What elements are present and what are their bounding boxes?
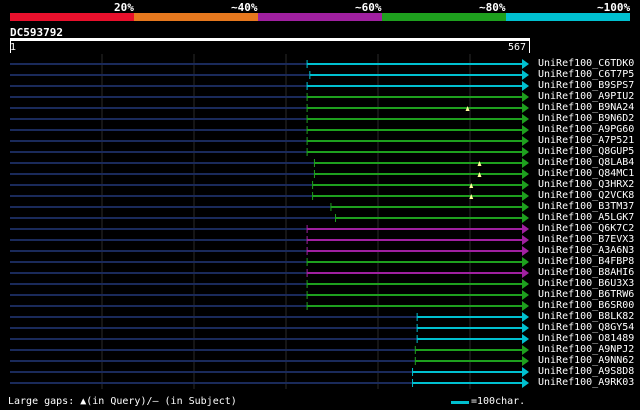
hit-label[interactable]: UniRef100_A5LGK7 [538,213,634,223]
hit-label[interactable]: UniRef100_A9PG60 [538,125,634,135]
hit-arrow-icon [522,202,529,212]
hit-arrow-icon [522,125,529,135]
hit-arrow-icon [522,312,529,322]
hit-label[interactable]: UniRef100_B6U3X3 [538,279,634,289]
hit-label[interactable]: UniRef100_C6TDK0 [538,59,634,69]
hit-arrow-icon [522,224,529,234]
hit-arrow-icon [522,92,529,102]
hit-label[interactable]: UniRef100_B9N6D2 [538,114,634,124]
hit-label[interactable]: UniRef100_Q8GY54 [538,323,634,333]
hit-label[interactable]: UniRef100_A9S8D8 [538,367,634,377]
hit-arrow-icon [522,367,529,377]
hit-arrow-icon [522,191,529,201]
hit-arrow-icon [522,378,529,388]
hit-arrow-icon [522,180,529,190]
hit-label[interactable]: UniRef100_B9NA24 [538,103,634,113]
hit-label[interactable]: UniRef100_Q6K7C2 [538,224,634,234]
hit-arrow-icon [522,114,529,124]
hit-arrow-icon [522,235,529,245]
hit-label[interactable]: UniRef100_A3A6N3 [538,246,634,256]
hit-label[interactable]: UniRef100_B7EVX3 [538,235,634,245]
hit-label[interactable]: UniRef100_Q2VCK8 [538,191,634,201]
hit-arrow-icon [522,345,529,355]
hit-arrow-icon [522,356,529,366]
hit-label[interactable]: UniRef100_A9RK03 [538,378,634,388]
hit-arrow-icon [522,147,529,157]
hit-arrow-icon [522,323,529,333]
hit-label[interactable]: UniRef100_O81489 [538,334,634,344]
hit-arrow-icon [522,136,529,146]
hit-label[interactable]: UniRef100_Q8LAB4 [538,158,634,168]
gap-legend: Large gaps: ▲(in Query)/– (in Subject) [8,396,237,407]
scale-key-line [451,401,469,404]
hit-arrow-icon [522,301,529,311]
hit-arrow-icon [522,213,529,223]
scale-key-label: =100char. [471,396,526,407]
hit-arrow-icon [522,268,529,278]
hit-arrow-icon [522,81,529,91]
hit-label[interactable]: UniRef100_A9NN62 [538,356,634,366]
hit-arrow-icon [522,59,529,69]
hit-label[interactable]: UniRef100_B6SR00 [538,301,634,311]
hit-label[interactable]: UniRef100_B6TRW6 [538,290,634,300]
hit-label[interactable]: UniRef100_B9SPS7 [538,81,634,91]
hit-label[interactable]: UniRef100_B4FBP8 [538,257,634,267]
hit-label[interactable]: UniRef100_B8LK82 [538,312,634,322]
hit-label[interactable]: UniRef100_Q3HRX2 [538,180,634,190]
hit-label[interactable]: UniRef100_A9NPJ2 [538,345,634,355]
hit-arrow-icon [522,158,529,168]
hit-arrow-icon [522,169,529,179]
hit-label[interactable]: UniRef100_B8AHI6 [538,268,634,278]
hit-arrow-icon [522,246,529,256]
hit-arrow-icon [522,257,529,267]
hit-label[interactable]: UniRef100_C6T7P5 [538,70,634,80]
hit-arrow-icon [522,279,529,289]
hit-label[interactable]: UniRef100_Q84MC1 [538,169,634,179]
hit-arrow-icon [522,103,529,113]
hit-arrow-icon [522,290,529,300]
hit-label[interactable]: UniRef100_A7P521 [538,136,634,146]
hit-arrow-icon [522,70,529,80]
hit-label[interactable]: UniRef100_A9PIU2 [538,92,634,102]
hit-label[interactable]: UniRef100_Q8GUP5 [538,147,634,157]
hit-arrow-icon [522,334,529,344]
hit-label[interactable]: UniRef100_B3TM37 [538,202,634,212]
